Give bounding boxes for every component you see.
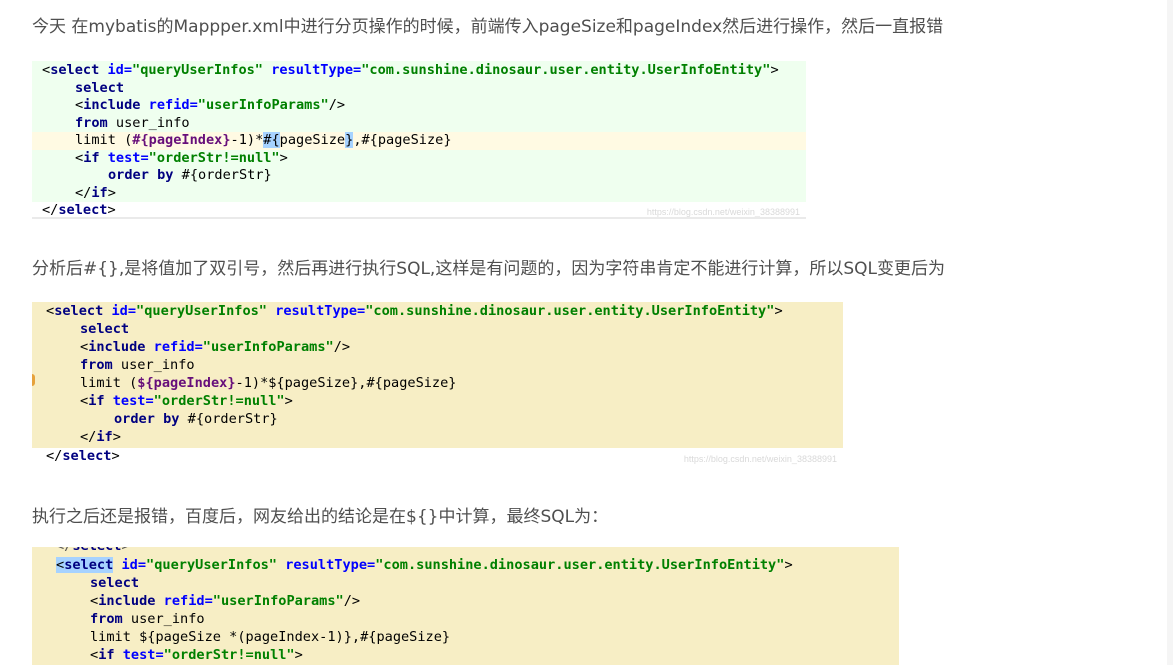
code-line: limit (${pageIndex}-1)*${pageSize},#{pag… — [80, 375, 457, 391]
code-line-highlighted: limit (#{pageIndex}-1)*#{pageSize},#{pag… — [32, 132, 806, 150]
paragraph-1: 今天 在mybatis的Mappper.xml中进行分页操作的时候，前端传入pa… — [32, 17, 944, 37]
code-line: <if test="orderStr!=null"> — [75, 149, 288, 166]
code-line: limit ${pageSize *(pageIndex-1)},#{pageS… — [90, 629, 451, 645]
code-line: <include refid="userInfoParams"/> — [75, 97, 346, 113]
code-line-partial: <if test="orderStr!=null"> — [90, 647, 303, 663]
watermark: https://blog.csdn.net/weixin_38388991 — [646, 207, 800, 217]
code-line: </if> — [80, 429, 121, 445]
code-line: </if> — [75, 184, 116, 201]
code-line: <include refid="userInfoParams"/> — [80, 339, 351, 355]
code-line: <if test="orderStr!=null"> — [80, 393, 293, 409]
code-snippet-2: <select id="queryUserInfos" resultType="… — [32, 302, 843, 466]
code-line: <select id="queryUserInfos" resultType="… — [56, 557, 793, 573]
code-line: <select id="queryUserInfos" resultType="… — [46, 303, 783, 319]
code-snippet-3: </select> <select id="queryUserInfos" re… — [32, 547, 899, 665]
code-line: select — [75, 79, 125, 96]
code-line: from user_info — [90, 611, 205, 627]
code-line: <include refid="userInfoParams"/> — [90, 593, 361, 609]
code-line: from user_info — [75, 114, 190, 131]
paragraph-2: 分析后#{},是将值加了双引号，然后再进行执行SQL,这样是有问题的，因为字符串… — [32, 259, 945, 279]
code-snippet-1: <select id="queryUserInfos" resultType="… — [32, 61, 806, 219]
watermark: https://blog.csdn.net/weixin_38388991 — [683, 454, 837, 464]
code-line-partial: </select> — [32, 547, 899, 556]
code-line: from user_info — [80, 357, 195, 373]
code-line: order by #{orderStr} — [114, 411, 278, 427]
code-line: select — [90, 575, 140, 591]
paragraph-3: 执行之后还是报错，百度后，网友给出的结论是在${}中计算，最终SQL为： — [32, 507, 609, 527]
code-line: select — [80, 321, 130, 337]
code-line: order by #{orderStr} — [108, 167, 272, 183]
code-line: <select id="queryUserInfos" resultType="… — [42, 62, 779, 78]
divider — [32, 217, 806, 219]
page-scrollbar[interactable] — [1167, 0, 1173, 665]
